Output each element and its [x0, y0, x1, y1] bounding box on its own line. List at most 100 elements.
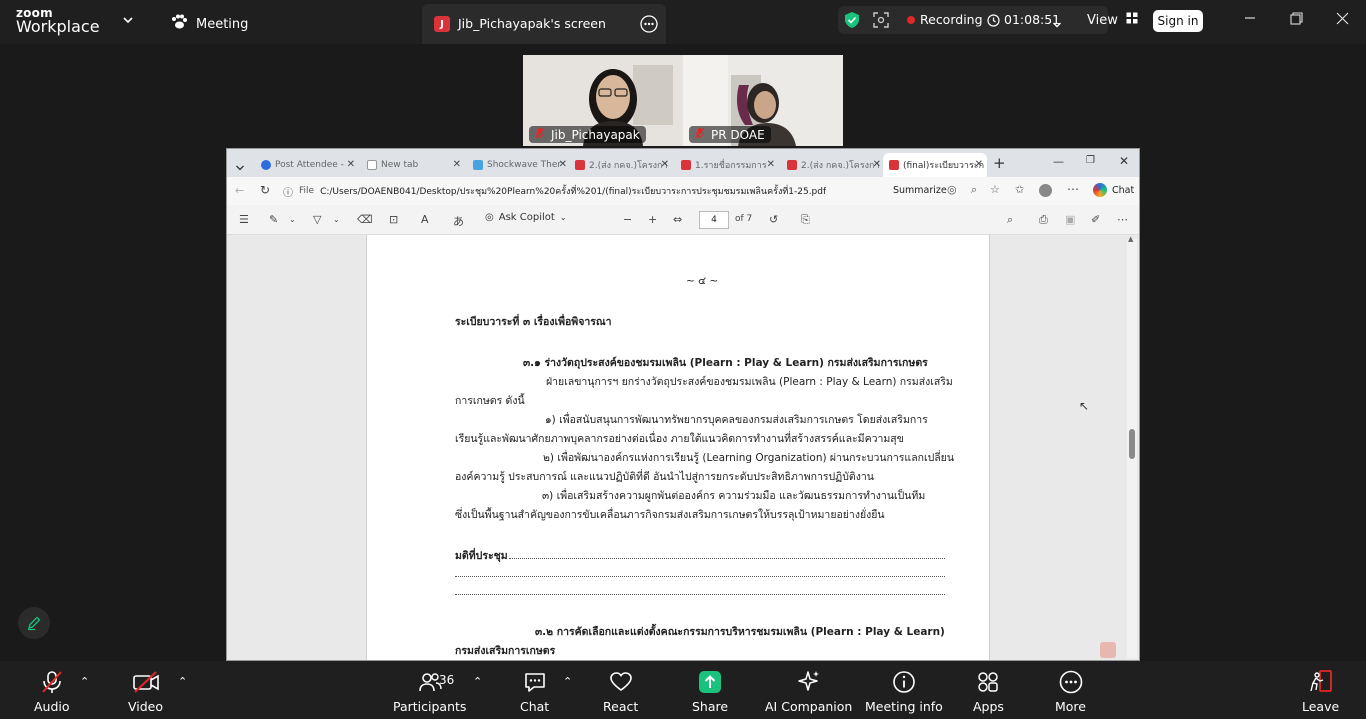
- restore-icon[interactable]: [1290, 12, 1303, 29]
- browser-tab[interactable]: 2.(ส่ง กคจ.)โครงกา ✕: [781, 153, 885, 177]
- chevron-up-icon[interactable]: ⌃: [473, 675, 482, 688]
- tab-list-chevron-icon[interactable]: [235, 158, 245, 177]
- view-button[interactable]: View: [1087, 12, 1138, 28]
- back-icon[interactable]: ←: [235, 184, 244, 197]
- shield-icon[interactable]: [844, 11, 860, 33]
- zoom-icon[interactable]: ⌕: [971, 183, 977, 197]
- adobe-icon[interactable]: [1100, 642, 1116, 658]
- translate-icon[interactable]: あ: [453, 213, 464, 229]
- chat-button[interactable]: Chat: [1112, 185, 1134, 196]
- minimize-icon[interactable]: —: [1053, 155, 1064, 168]
- chevron-down-icon[interactable]: ⌄: [333, 215, 340, 224]
- react-button[interactable]: React: [603, 669, 638, 714]
- chat-button[interactable]: Chat: [520, 669, 549, 714]
- recording-label[interactable]: Recording: [920, 12, 983, 27]
- chevron-up-icon[interactable]: ⌃: [178, 675, 187, 688]
- page-number-input[interactable]: 4: [699, 211, 729, 229]
- annotate-pen-icon[interactable]: [18, 607, 50, 639]
- highlight-icon[interactable]: ✎: [269, 213, 278, 226]
- tab-close-icon[interactable]: ✕: [559, 159, 567, 170]
- tab-close-icon[interactable]: ✕: [873, 159, 881, 170]
- video-button[interactable]: Video: [128, 669, 163, 714]
- more-icon[interactable]: ⋯: [1067, 182, 1079, 196]
- chevron-up-icon[interactable]: ⌃: [563, 675, 572, 688]
- paw-icon: [170, 14, 188, 34]
- video-tile-jib[interactable]: Jib_Pichayapak: [523, 55, 683, 146]
- scrollbar[interactable]: ▲: [1127, 235, 1137, 658]
- browser-tab[interactable]: 1.รายชื่อกรรมการ ✕: [675, 153, 779, 177]
- tab-close-icon[interactable]: ✕: [767, 159, 775, 170]
- more-button[interactable]: More: [1055, 669, 1086, 714]
- read-aloud-icon[interactable]: A: [421, 213, 429, 226]
- tab-close-icon[interactable]: ✕: [661, 159, 669, 170]
- dotted-line: [455, 576, 945, 577]
- close-icon[interactable]: ✕: [1119, 154, 1129, 168]
- rotate-icon[interactable]: ↺: [769, 213, 778, 226]
- browser-tab-active[interactable]: (final)ระเบียบวาระก ✕: [883, 153, 987, 177]
- eraser-icon[interactable]: ⌫: [357, 213, 373, 226]
- video-tile-pr-doae[interactable]: PR DOAE: [683, 55, 843, 146]
- meeting-button[interactable]: Meeting: [170, 14, 248, 34]
- chevron-down-icon: ⌄: [559, 213, 567, 222]
- close-icon[interactable]: [1336, 12, 1349, 29]
- tab-label: Post Attendee -: [275, 160, 344, 170]
- more-icon[interactable]: ⋯: [1117, 213, 1128, 226]
- search-icon[interactable]: ⌕: [1007, 213, 1013, 227]
- fit-width-icon[interactable]: ⇔: [673, 213, 682, 226]
- scroll-up-icon[interactable]: ▲: [1128, 235, 1133, 243]
- audio-button[interactable]: Audio: [34, 669, 70, 714]
- page-view-icon[interactable]: ⎘: [801, 213, 810, 227]
- tab-close-icon[interactable]: ✕: [975, 159, 983, 170]
- pdf-viewer-area[interactable]: ~ ๔ ~ ระเบียบวาระที่ ๓ เรื่องเพื่อพิจารณ…: [227, 235, 1139, 660]
- leave-button[interactable]: Leave: [1302, 669, 1339, 714]
- ask-copilot-button[interactable]: ◎ Ask Copilot ⌄: [485, 212, 567, 223]
- captions-icon[interactable]: [872, 11, 890, 33]
- chevron-down-icon[interactable]: [1052, 15, 1062, 34]
- chevron-up-icon[interactable]: ⌃: [80, 675, 89, 688]
- ai-companion-button[interactable]: AI Companion: [765, 669, 852, 714]
- tab-close-icon[interactable]: ✕: [453, 159, 461, 170]
- address-field[interactable]: ⓘ File C:/Users/DOAENB041/Desktop/ประชุม…: [283, 181, 883, 201]
- view-label: View: [1087, 12, 1118, 28]
- favorite-star-icon[interactable]: ☆: [990, 183, 1000, 196]
- mic-muted-icon: [695, 127, 705, 142]
- save-icon[interactable]: ▣: [1065, 213, 1075, 226]
- scrollbar-thumb[interactable]: [1129, 429, 1135, 459]
- participant-name: PR DOAE: [711, 127, 765, 142]
- zoom-out-icon[interactable]: −: [623, 213, 632, 226]
- browser-tab[interactable]: Shockwave Ther ✕: [467, 153, 571, 177]
- summarize-button[interactable]: Summarize: [893, 185, 947, 196]
- favorites-icon[interactable]: ✩: [1015, 183, 1024, 196]
- sign-in-button[interactable]: Sign in: [1153, 10, 1203, 32]
- mic-muted-icon: [535, 127, 545, 142]
- chevron-down-icon[interactable]: ⌄: [289, 215, 296, 224]
- apps-button[interactable]: Apps: [973, 669, 1004, 714]
- draw-icon[interactable]: ▽: [313, 213, 321, 226]
- restore-icon[interactable]: ❐: [1086, 155, 1095, 166]
- more-options-icon[interactable]: [640, 15, 658, 37]
- screen-share-tab[interactable]: J Jib_Pichayapak's screen: [422, 4, 666, 44]
- share-button[interactable]: Share: [692, 669, 728, 714]
- copilot-chat-icon[interactable]: [1093, 183, 1107, 197]
- text-box-icon[interactable]: ⊡: [389, 213, 398, 226]
- zoom-in-icon[interactable]: +: [648, 213, 657, 226]
- browser-tab[interactable]: New tab ✕: [361, 153, 465, 177]
- resolution-label: มติที่ประชุม: [455, 550, 508, 562]
- share-label: Share: [692, 699, 729, 714]
- copilot-icon[interactable]: ◎: [947, 183, 957, 196]
- save-as-icon[interactable]: ✐: [1091, 213, 1100, 226]
- meeting-info-button[interactable]: Meeting info: [865, 669, 943, 714]
- tab-close-icon[interactable]: ✕: [347, 159, 355, 170]
- chevron-down-icon[interactable]: [122, 14, 134, 26]
- new-tab-icon[interactable]: +: [993, 154, 1006, 172]
- profile-avatar[interactable]: [1039, 184, 1052, 197]
- print-icon[interactable]: ⎙: [1039, 213, 1048, 227]
- browser-tab[interactable]: Post Attendee - ✕: [255, 153, 359, 177]
- tab-label: Shockwave Ther: [487, 160, 562, 170]
- minimize-icon[interactable]: [1244, 12, 1256, 28]
- dotted-line: [455, 594, 945, 595]
- refresh-icon[interactable]: ↻: [260, 183, 270, 197]
- browser-tab[interactable]: 2.(ส่ง กคจ.)โครงกา ✕: [569, 153, 673, 177]
- participants-button[interactable]: Participants: [393, 669, 466, 714]
- contents-list-icon[interactable]: ☰: [239, 213, 249, 226]
